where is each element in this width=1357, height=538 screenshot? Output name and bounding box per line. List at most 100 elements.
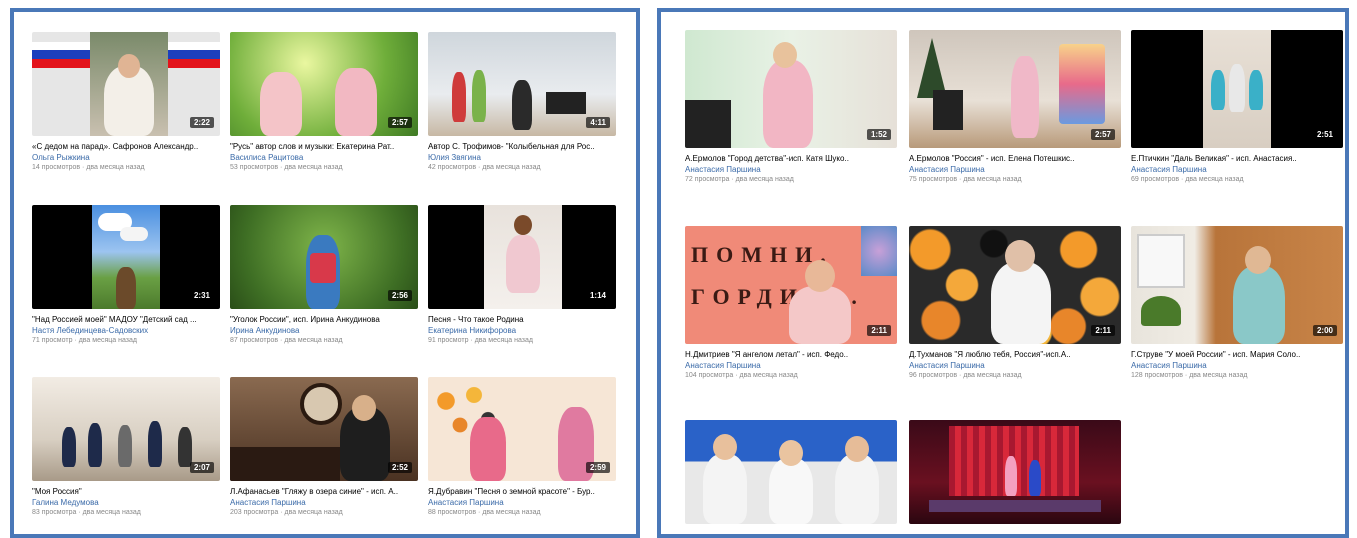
video-thumbnail[interactable]: 2:56 xyxy=(230,205,418,309)
video-card[interactable]: 2:56 "Уголок России", исп. Ирина Анкудин… xyxy=(230,205,418,346)
video-thumbnail[interactable]: 4:11 xyxy=(428,32,616,136)
video-card[interactable]: 4:11 Автор С. Трофимов- "Колыбельная для… xyxy=(428,32,616,173)
left-video-panel: 2:22 «С дедом на парад». Сафронов Алекса… xyxy=(10,8,640,538)
video-thumbnail[interactable] xyxy=(685,420,897,524)
video-card[interactable]: 2:22 «С дедом на парад». Сафронов Алекса… xyxy=(32,32,220,173)
video-thumbnail[interactable]: 2:57 xyxy=(230,32,418,136)
video-meta: 88 просмотров · два месяца назад xyxy=(428,509,541,516)
video-thumbnail[interactable]: ПОМНИ. ГОРДИСЬ. 2:11 xyxy=(685,226,897,344)
video-card[interactable]: 2:59 Я.Дубравин "Песня о земной красоте"… xyxy=(428,377,616,518)
video-card[interactable]: 2:52 Л.Афанасьев "Гляжу в озера синие" -… xyxy=(230,377,418,518)
russian-flag-left xyxy=(32,42,90,68)
video-title[interactable]: Г.Струве "У моей России" - исп. Мария Со… xyxy=(1131,350,1343,360)
view-count: 14 просмотров xyxy=(32,164,81,171)
elderly-singer xyxy=(991,262,1051,344)
video-author[interactable]: Василиса Рацитова xyxy=(230,152,418,163)
video-card[interactable]: 2:11 Д.Тухманов "Я люблю тебя, Россия"-и… xyxy=(909,226,1121,381)
singer-1 xyxy=(260,72,302,136)
video-thumbnail[interactable]: 2:00 xyxy=(1131,226,1343,344)
video-title[interactable]: Н.Дмитриев "Я ангелом летал" - исп. Федо… xyxy=(685,350,897,360)
video-card[interactable] xyxy=(909,420,1121,524)
christmas-tree xyxy=(917,38,947,98)
video-title[interactable]: "Уголок России", исп. Ирина Анкудинова xyxy=(230,315,418,325)
video-title[interactable]: А.Ермолов "Россия" - исп. Елена Потешкис… xyxy=(909,154,1121,164)
duration-badge: 1:52 xyxy=(866,129,891,140)
video-card[interactable]: 1:52 А.Ермолов "Город детства"-исп. Катя… xyxy=(685,30,897,185)
video-title[interactable]: "Моя Россия" xyxy=(32,487,220,497)
video-author[interactable]: Анастасия Паршина xyxy=(909,360,1121,371)
video-card[interactable]: 2:57 "Русь" автор слов и музыки: Екатери… xyxy=(230,32,418,173)
video-thumbnail[interactable]: 2:51 xyxy=(1131,30,1343,148)
upload-age: два месяца назад xyxy=(482,164,541,171)
video-title[interactable]: Д.Тухманов "Я люблю тебя, Россия"-исп.А.… xyxy=(909,350,1121,360)
video-meta: 14 просмотров · два месяца назад xyxy=(32,164,145,171)
video-thumbnail[interactable]: 2:07 xyxy=(32,377,220,481)
stage xyxy=(929,500,1101,512)
view-count: 87 просмотров xyxy=(230,337,279,344)
video-author[interactable]: Ольга Рыжкина xyxy=(32,152,220,163)
duration-badge: 2:07 xyxy=(189,462,214,473)
girl-singer xyxy=(763,60,813,148)
video-card[interactable]: 2:00 Г.Струве "У моей России" - исп. Мар… xyxy=(1131,226,1343,381)
video-author[interactable]: Анастасия Паршина xyxy=(230,497,418,508)
child-3 xyxy=(835,454,879,524)
russian-flag-right xyxy=(168,42,220,68)
child-2 xyxy=(769,458,813,524)
duration-badge: 2:00 xyxy=(1312,325,1337,336)
video-title[interactable]: "Над Россией моей" МАДОУ "Детский сад ..… xyxy=(32,315,220,325)
video-thumbnail[interactable]: 2:52 xyxy=(230,377,418,481)
video-title[interactable]: «С дедом на парад». Сафронов Александр.. xyxy=(32,142,220,152)
video-thumbnail[interactable]: 1:52 xyxy=(685,30,897,148)
video-thumbnail[interactable]: 1:14 xyxy=(428,205,616,309)
video-author[interactable]: Анастасия Паршина xyxy=(909,164,1121,175)
video-author[interactable]: Галина Медумова xyxy=(32,497,220,508)
upload-age: два месяца назад xyxy=(1189,372,1248,379)
singer-1 xyxy=(470,417,506,481)
performer-1 xyxy=(1005,456,1017,496)
video-title[interactable]: Песня - Что такое Родина xyxy=(428,315,616,325)
video-title[interactable]: А.Ермолов "Город детства"-исп. Катя Шуко… xyxy=(685,154,897,164)
view-count: 128 просмотров xyxy=(1131,372,1183,379)
video-card[interactable] xyxy=(685,420,897,524)
upload-age: два месяца назад xyxy=(284,164,343,171)
video-card[interactable]: 2:57 А.Ермолов "Россия" - исп. Елена Пот… xyxy=(909,30,1121,185)
video-author[interactable]: Екатерина Никифорова xyxy=(428,325,616,336)
video-author[interactable]: Настя Лебединцева-Садовских xyxy=(32,325,220,336)
video-author[interactable]: Юлия Звягина xyxy=(428,152,616,163)
upload-age: два месяца назад xyxy=(482,509,541,516)
view-count: 71 просмотр xyxy=(32,337,73,344)
video-card[interactable]: ПОМНИ. ГОРДИСЬ. 2:11 Н.Дмитриев "Я ангел… xyxy=(685,226,897,381)
video-author[interactable]: Анастасия Паршина xyxy=(685,164,897,175)
video-card[interactable]: 1:14 Песня - Что такое Родина Екатерина … xyxy=(428,205,616,346)
video-thumbnail[interactable] xyxy=(909,420,1121,524)
video-thumbnail[interactable]: 2:22 xyxy=(32,32,220,136)
upload-age: два месяца назад xyxy=(474,337,533,344)
video-meta: 71 просмотр · два месяца назад xyxy=(32,337,137,344)
video-title[interactable]: Е.Птичкин "Даль Великая" - исп. Анастаси… xyxy=(1131,154,1343,164)
video-card[interactable]: 2:51 Е.Птичкин "Даль Великая" - исп. Ана… xyxy=(1131,30,1343,185)
piano xyxy=(230,447,340,481)
video-title[interactable]: "Русь" автор слов и музыки: Екатерина Ра… xyxy=(230,142,418,152)
video-title[interactable]: Я.Дубравин "Песня о земной красоте" - Бу… xyxy=(428,487,616,497)
video-title[interactable]: Л.Афанасьев "Гляжу в озера синие" - исп.… xyxy=(230,487,418,497)
video-author[interactable]: Анастасия Паршина xyxy=(1131,164,1343,175)
video-thumbnail[interactable]: 2:57 xyxy=(909,30,1121,148)
video-author[interactable]: Анастасия Паршина xyxy=(685,360,897,371)
upload-age: два месяца назад xyxy=(82,509,141,516)
upload-age: два месяца назад xyxy=(284,509,343,516)
video-author[interactable]: Анастасия Паршина xyxy=(428,497,616,508)
video-thumbnail[interactable]: 2:31 xyxy=(32,205,220,309)
video-meta: 104 просмотра · два месяца назад xyxy=(685,372,798,379)
view-count: 91 просмотр xyxy=(428,337,469,344)
video-title[interactable]: Автор С. Трофимов- "Колыбельная для Рос.… xyxy=(428,142,616,152)
video-card[interactable]: 2:07 "Моя Россия" Галина Медумова 83 про… xyxy=(32,377,220,518)
view-count: 69 просмотров xyxy=(1131,176,1180,183)
video-meta: 87 просмотров · два месяца назад xyxy=(230,337,343,344)
upload-age: два месяца назад xyxy=(963,176,1022,183)
video-author[interactable]: Анастасия Паршина xyxy=(1131,360,1343,371)
child-1 xyxy=(703,454,747,524)
video-thumbnail[interactable]: 2:11 xyxy=(909,226,1121,344)
video-thumbnail[interactable]: 2:59 xyxy=(428,377,616,481)
video-card[interactable]: 2:31 "Над Россией моей" МАДОУ "Детский с… xyxy=(32,205,220,346)
video-author[interactable]: Ирина Анкудинова xyxy=(230,325,418,336)
